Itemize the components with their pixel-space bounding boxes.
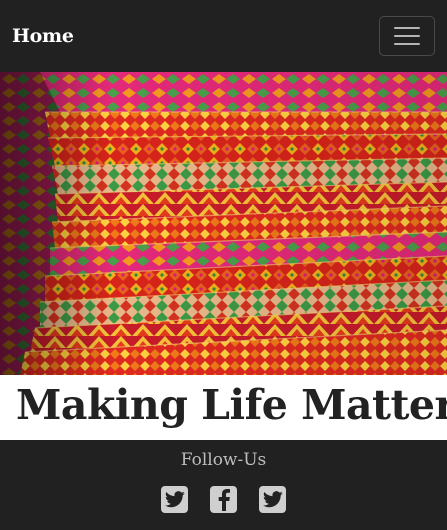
tagline-banner: Making Life Matter	[0, 375, 447, 440]
follow-us-label: Follow-Us	[180, 450, 267, 470]
hamburger-bar	[394, 35, 420, 37]
hamburger-bar	[394, 27, 420, 29]
hero-image	[0, 72, 447, 375]
home-link[interactable]: Home	[12, 25, 74, 47]
twitter-icon[interactable]	[161, 486, 188, 513]
hamburger-bar	[394, 43, 420, 45]
hamburger-menu-icon[interactable]	[379, 16, 435, 56]
social-links	[0, 486, 447, 513]
footer: Follow-Us	[0, 440, 447, 530]
tagline-heading: Making Life Matter	[16, 381, 447, 429]
fabric-stack-image	[0, 72, 447, 375]
top-navbar: Home	[0, 0, 447, 72]
twitter-icon[interactable]	[259, 486, 286, 513]
facebook-icon[interactable]	[210, 486, 237, 513]
